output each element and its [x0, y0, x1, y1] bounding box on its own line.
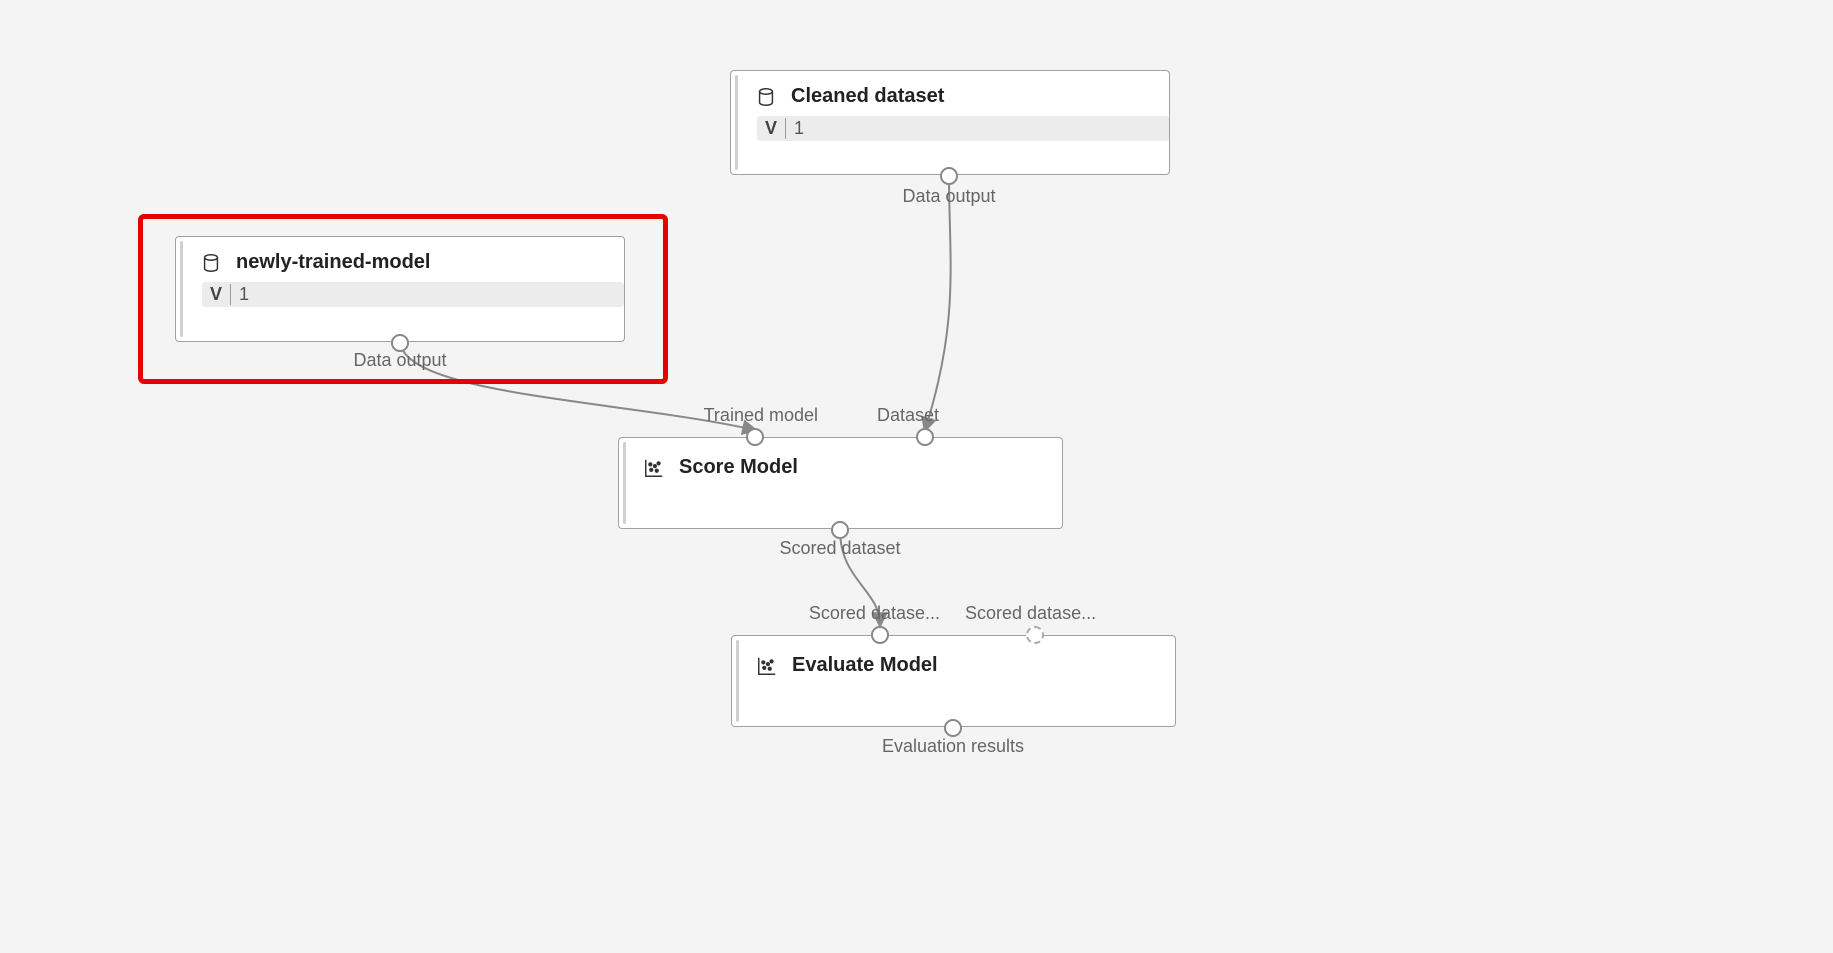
port-score-model-input-trained[interactable]	[746, 428, 764, 446]
version-number: 1	[239, 284, 249, 305]
port-evaluate-model-output[interactable]	[944, 719, 962, 737]
port-cleaned-dataset-output[interactable]	[940, 167, 958, 185]
node-title: newly-trained-model	[236, 251, 430, 274]
port-label-score-model-dataset: Dataset	[877, 405, 939, 426]
port-label-evaluate-left: Scored datase...	[809, 603, 940, 624]
pipeline-canvas[interactable]: Cleaned dataset V 1 Data output newly-tr…	[0, 0, 1833, 953]
node-evaluate-model[interactable]: Evaluate Model	[731, 635, 1176, 727]
node-accent-bar	[736, 640, 739, 722]
node-newly-trained-model[interactable]: newly-trained-model V 1	[175, 236, 625, 342]
port-label-cleaned-dataset-output: Data output	[902, 186, 995, 207]
port-evaluate-model-input-left[interactable]	[871, 626, 889, 644]
node-accent-bar	[735, 75, 738, 170]
node-header: Score Model	[619, 438, 1062, 487]
port-label-score-model-output: Scored dataset	[779, 538, 900, 559]
port-label-evaluate-output: Evaluation results	[882, 736, 1024, 757]
version-prefix: V	[765, 118, 786, 139]
port-label-newly-trained-model-output: Data output	[353, 350, 446, 371]
node-title: Score Model	[679, 456, 798, 479]
node-accent-bar	[623, 442, 626, 524]
scatter-icon	[643, 457, 665, 479]
node-header: Evaluate Model	[732, 636, 1175, 685]
version-badge: V 1	[202, 282, 624, 307]
port-label-score-model-trained: Trained model	[704, 405, 818, 426]
port-newly-trained-model-output[interactable]	[391, 334, 409, 352]
scatter-icon	[756, 655, 778, 677]
node-score-model[interactable]: Score Model	[618, 437, 1063, 529]
database-icon	[200, 252, 222, 274]
node-title: Evaluate Model	[792, 654, 938, 677]
port-evaluate-model-input-right[interactable]	[1026, 626, 1044, 644]
port-score-model-input-dataset[interactable]	[916, 428, 934, 446]
node-header: newly-trained-model	[176, 237, 624, 282]
version-number: 1	[794, 118, 804, 139]
node-header: Cleaned dataset	[731, 71, 1169, 116]
port-score-model-output[interactable]	[831, 521, 849, 539]
port-label-evaluate-right: Scored datase...	[965, 603, 1096, 624]
database-icon	[755, 86, 777, 108]
node-title: Cleaned dataset	[791, 85, 944, 108]
node-cleaned-dataset[interactable]: Cleaned dataset V 1	[730, 70, 1170, 175]
node-accent-bar	[180, 241, 183, 337]
version-badge: V 1	[757, 116, 1169, 141]
version-prefix: V	[210, 284, 231, 305]
